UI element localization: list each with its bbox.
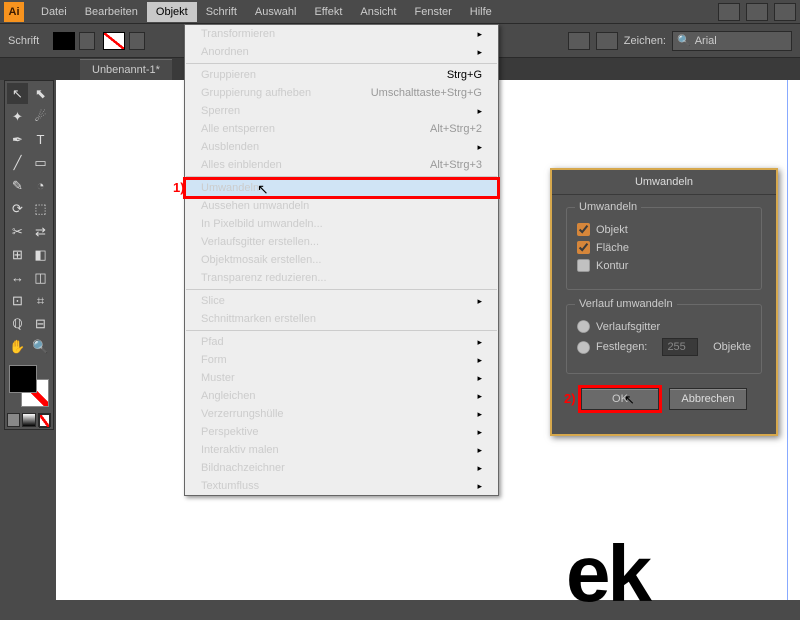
menu-effekt[interactable]: Effekt <box>305 2 351 22</box>
menu-item-interaktiv-malen[interactable]: Interaktiv malen <box>185 441 498 459</box>
cancel-button[interactable]: Abbrechen <box>669 388 747 410</box>
tool-6[interactable]: ╱ <box>7 152 28 173</box>
tool-16[interactable]: ↔ <box>7 267 28 288</box>
menu-bearbeiten[interactable]: Bearbeiten <box>76 2 147 22</box>
toolbar-icon[interactable] <box>746 3 768 21</box>
font-dropdown[interactable]: 🔍Arial <box>672 31 792 51</box>
tool-10[interactable]: ⟳ <box>7 198 28 219</box>
tool-19[interactable]: ⌗ <box>30 290 51 311</box>
umwandeln-group: Umwandeln Objekt Fläche Kontur <box>566 207 762 290</box>
tool-22[interactable]: ✋ <box>7 336 28 357</box>
cursor-icon: ↖ <box>624 392 635 408</box>
tool-21[interactable]: ⊟ <box>30 313 51 334</box>
menubar: Ai DateiBearbeitenObjektSchriftAuswahlEf… <box>0 0 800 24</box>
stroke-swatch[interactable] <box>103 32 125 50</box>
menu-item-transparenz-reduzieren-[interactable]: Transparenz reduzieren... <box>185 269 498 287</box>
tool-18[interactable]: ⊡ <box>7 290 28 311</box>
toolbar-icon[interactable] <box>718 3 740 21</box>
ok-button[interactable]: 2) OK ↖ <box>581 388 659 410</box>
callout-1: 1) <box>173 180 185 195</box>
menu-item-muster[interactable]: Muster <box>185 369 498 387</box>
ctrl-label: Schrift <box>8 35 39 47</box>
tool-20[interactable]: ℚ <box>7 313 28 334</box>
menu-item-anordnen[interactable]: Anordnen <box>185 43 498 61</box>
document-tab[interactable]: Unbenannt-1* <box>80 59 172 80</box>
menu-item-form[interactable]: Form <box>185 351 498 369</box>
dropdown-icon[interactable] <box>79 32 95 50</box>
menu-ansicht[interactable]: Ansicht <box>351 2 405 22</box>
tool-11[interactable]: ⬚ <box>30 198 51 219</box>
menu-item-angleichen[interactable]: Angleichen <box>185 387 498 405</box>
menu-item-gruppieren[interactable]: GruppierenStrg+G <box>185 66 498 84</box>
callout-2: 2) <box>564 391 576 406</box>
menu-schrift[interactable]: Schrift <box>197 2 246 22</box>
menu-item-verzerrungsh-lle[interactable]: Verzerrungshülle <box>185 405 498 423</box>
canvas-text: ek <box>566 528 649 620</box>
menu-hilfe[interactable]: Hilfe <box>461 2 501 22</box>
app-logo: Ai <box>4 2 24 22</box>
umwandeln-dialog: Umwandeln Umwandeln Objekt Fläche Kontur… <box>550 168 778 436</box>
menu-item-bildnachzeichner[interactable]: Bildnachzeichner <box>185 459 498 477</box>
color-mode-switches[interactable] <box>7 413 51 427</box>
tool-1[interactable]: ⬉ <box>30 83 51 104</box>
align-icon[interactable] <box>568 32 590 50</box>
tool-5[interactable]: T <box>30 129 51 150</box>
tool-9[interactable]: ◔ <box>30 175 51 196</box>
menu-objekt[interactable]: Objekt <box>147 2 197 22</box>
toolbox: ↖⬉✦☄✒T╱▭✎◔⟳⬚✂⇄⊞◧↔◫⊡⌗ℚ⊟✋🔍 <box>4 80 54 430</box>
menu-item-textumfluss[interactable]: Textumfluss <box>185 477 498 495</box>
menu-item-schnittmarken-erstellen[interactable]: Schnittmarken erstellen <box>185 310 498 328</box>
menu-item-alles-einblenden: Alles einblendenAlt+Strg+3 <box>185 156 498 174</box>
dialog-title: Umwandeln <box>552 170 776 195</box>
objekt-checkbox[interactable]: Objekt <box>577 223 751 236</box>
menu-item-verlaufsgitter-erstellen-[interactable]: Verlaufsgitter erstellen... <box>185 233 498 251</box>
menu-datei[interactable]: Datei <box>32 2 76 22</box>
group-label: Verlauf umwandeln <box>575 298 677 310</box>
menu-item-transformieren[interactable]: Transformieren <box>185 25 498 43</box>
menu-item-alle-entsperren: Alle entsperrenAlt+Strg+2 <box>185 120 498 138</box>
tool-3[interactable]: ☄ <box>30 106 51 127</box>
menu-item-in-pixelbild-umwandeln-[interactable]: In Pixelbild umwandeln... <box>185 215 498 233</box>
menu-fenster[interactable]: Fenster <box>405 2 460 22</box>
tool-23[interactable]: 🔍 <box>30 336 51 357</box>
tool-14[interactable]: ⊞ <box>7 244 28 265</box>
objekt-menu-dropdown: TransformierenAnordnen GruppierenStrg+GGr… <box>184 24 499 496</box>
menu-auswahl[interactable]: Auswahl <box>246 2 306 22</box>
dropdown-icon[interactable] <box>129 32 145 50</box>
align-icon[interactable] <box>596 32 618 50</box>
verlauf-group: Verlauf umwandeln Verlaufsgitter Festleg… <box>566 304 762 374</box>
tool-0[interactable]: ↖ <box>7 83 28 104</box>
festlegen-field: 255 <box>662 338 698 356</box>
menu-item-perspektive[interactable]: Perspektive <box>185 423 498 441</box>
festlegen-radio: Festlegen: 255 Objekte <box>577 338 751 356</box>
tool-12[interactable]: ✂ <box>7 221 28 242</box>
menu-item-pfad[interactable]: Pfad <box>185 333 498 351</box>
guide-line <box>787 80 788 600</box>
tool-7[interactable]: ▭ <box>30 152 51 173</box>
group-label: Umwandeln <box>575 201 641 213</box>
tool-13[interactable]: ⇄ <box>30 221 51 242</box>
menu-item-umwandeln[interactable]: Umwandeln1)↖ <box>185 179 498 197</box>
menu-item-objektmosaik-erstellen-: Objektmosaik erstellen... <box>185 251 498 269</box>
flaeche-checkbox[interactable]: Fläche <box>577 241 751 254</box>
menu-item-sperren[interactable]: Sperren <box>185 102 498 120</box>
tool-17[interactable]: ◫ <box>30 267 51 288</box>
zeichen-label: Zeichen: <box>624 35 666 47</box>
menu-item-ausblenden[interactable]: Ausblenden <box>185 138 498 156</box>
menu-item-slice[interactable]: Slice <box>185 292 498 310</box>
toolbar-icon[interactable] <box>774 3 796 21</box>
cursor-icon: ↖ <box>257 181 269 198</box>
menu-item-aussehen-umwandeln: Aussehen umwandeln <box>185 197 498 215</box>
tool-2[interactable]: ✦ <box>7 106 28 127</box>
fill-stroke-swap[interactable] <box>7 363 51 409</box>
fill-swatch[interactable] <box>53 32 75 50</box>
verlaufsgitter-radio: Verlaufsgitter <box>577 320 751 333</box>
menu-item-gruppierung-aufheben: Gruppierung aufhebenUmschalttaste+Strg+G <box>185 84 498 102</box>
tool-4[interactable]: ✒ <box>7 129 28 150</box>
tool-8[interactable]: ✎ <box>7 175 28 196</box>
kontur-checkbox: Kontur <box>577 259 751 272</box>
tool-15[interactable]: ◧ <box>30 244 51 265</box>
